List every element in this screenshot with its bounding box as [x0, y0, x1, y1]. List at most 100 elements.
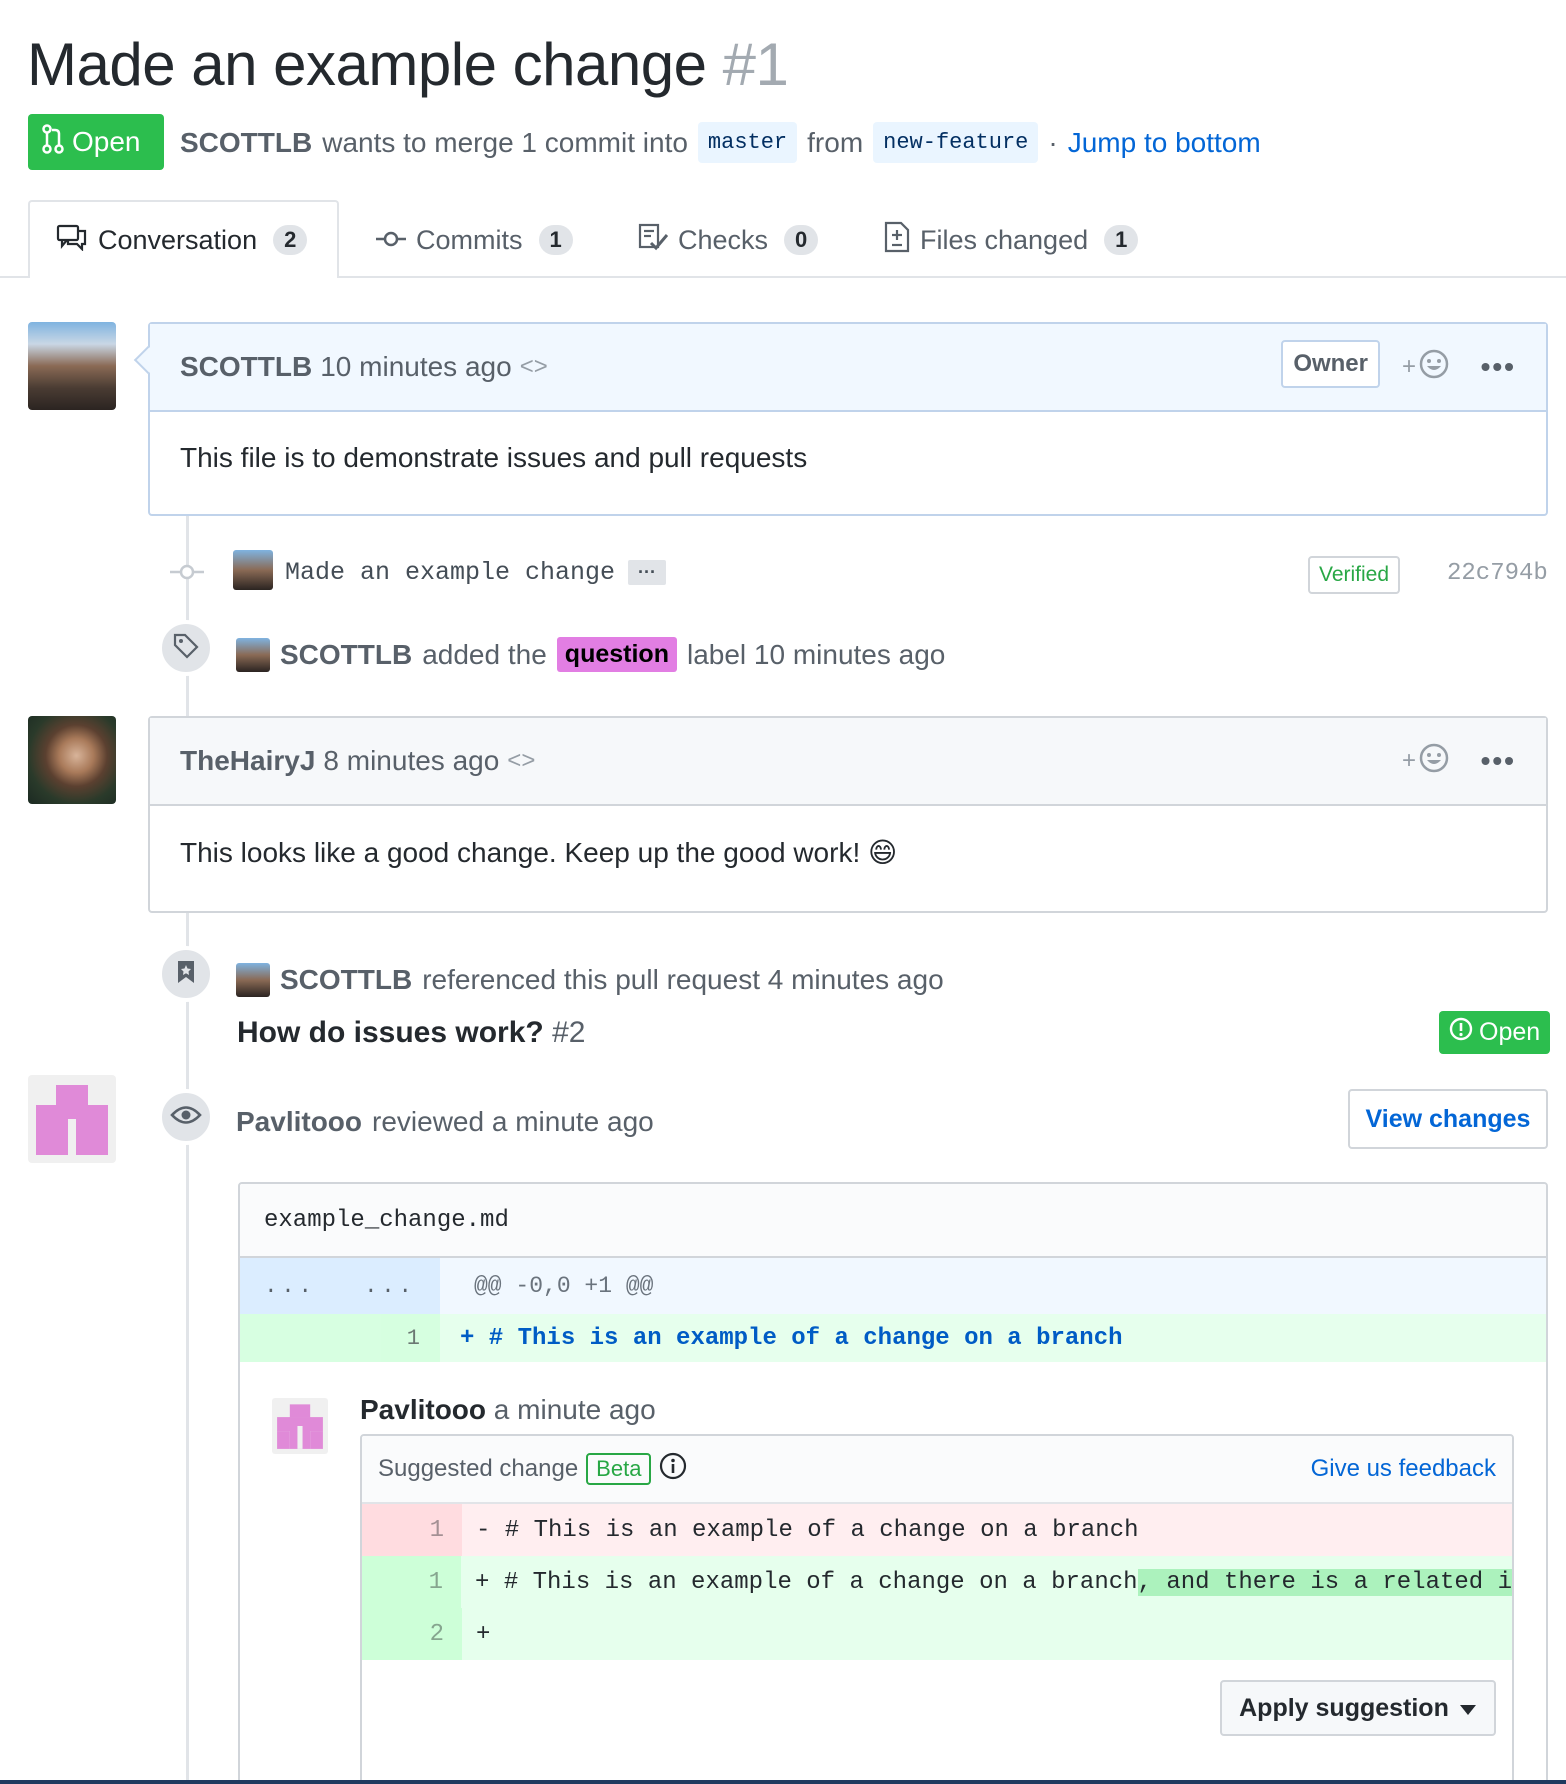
- comment-header: SCOTTLB 10 minutes ago <> Owner + •••: [150, 324, 1546, 412]
- checklist-icon: [638, 223, 669, 258]
- more-options-icon[interactable]: •••: [1481, 351, 1516, 383]
- event-author[interactable]: SCOTTLB: [280, 964, 412, 996]
- label-event: SCOTTLB added the question label 10 minu…: [236, 637, 945, 672]
- comment-header: TheHairyJ 8 minutes ago <> + •••: [150, 718, 1546, 806]
- diff-added-line: 2 +: [362, 1608, 1512, 1660]
- pr-state-badge: Open: [28, 114, 164, 170]
- bookmark-badge: [158, 946, 214, 1002]
- expand-commit-button[interactable]: ···: [628, 560, 666, 585]
- avatar[interactable]: [272, 1398, 328, 1454]
- comment-time[interactable]: 8 minutes ago: [323, 745, 499, 777]
- pr-number: #1: [722, 31, 789, 98]
- tab-counter: 1: [538, 225, 573, 255]
- review-file: example_change.md ... ... @@ -0,0 +1 @@ …: [238, 1182, 1548, 1784]
- tag-icon: [173, 633, 199, 664]
- verified-badge[interactable]: Verified: [1308, 556, 1401, 594]
- issue-title[interactable]: How do issues work?: [237, 1016, 544, 1049]
- line-code: - # This is an example of a change on a …: [476, 1516, 1139, 1544]
- code-icon[interactable]: <>: [520, 353, 548, 381]
- file-diff-icon: [884, 221, 910, 260]
- avatar[interactable]: [28, 716, 116, 804]
- comment-time[interactable]: 10 minutes ago: [320, 351, 511, 383]
- event-text-after: label 10 minutes ago: [686, 638, 946, 670]
- tag-badge: [158, 620, 214, 676]
- suggested-change: Suggested change Beta Give us feedback 1…: [360, 1434, 1514, 1784]
- pr-author[interactable]: SCOTTLB: [180, 127, 312, 159]
- event-text: added the: [422, 638, 547, 670]
- info-icon[interactable]: [659, 1452, 687, 1487]
- smiley-icon: [1418, 348, 1450, 387]
- owner-badge: Owner: [1281, 340, 1380, 388]
- comment-author[interactable]: SCOTTLB: [180, 351, 312, 383]
- comment: TheHairyJ 8 minutes ago <> + ••• This lo…: [148, 716, 1548, 913]
- code-icon[interactable]: <>: [507, 747, 535, 775]
- tab-label: Files changed: [920, 224, 1089, 255]
- tab-conversation[interactable]: Conversation 2: [56, 220, 308, 260]
- diff-deleted-line: 1 - # This is an example of a change on …: [362, 1504, 1512, 1556]
- tab-files-changed[interactable]: Files changed 1: [884, 220, 1139, 260]
- add-reaction-button[interactable]: +: [1402, 742, 1450, 781]
- eye-icon: [170, 1104, 202, 1131]
- pr-state-label: Open: [72, 126, 141, 157]
- pr-title: Made an example change #1: [27, 30, 789, 99]
- separator: ·: [1048, 126, 1058, 158]
- apply-suggestion-label: Apply suggestion: [1239, 1693, 1449, 1722]
- git-commit-icon: [170, 560, 204, 589]
- from-text: from: [807, 126, 864, 158]
- gutter-right: ...: [364, 1273, 416, 1299]
- event-text: referenced this pull request 4 minutes a…: [422, 964, 944, 995]
- tab-counter: 2: [273, 225, 308, 255]
- comment-author[interactable]: TheHairyJ: [180, 745, 315, 777]
- avatar[interactable]: [28, 1075, 116, 1163]
- pr-meta: SCOTTLB wants to merge 1 commit into mas…: [180, 122, 1261, 163]
- issue-opened-icon: [1449, 1017, 1473, 1048]
- review-event: Pavlitooo reviewed a minute ago: [236, 1106, 654, 1138]
- commit-sha[interactable]: 22c794b: [1447, 560, 1548, 587]
- commit-message[interactable]: Made an example change: [285, 558, 615, 587]
- line-number[interactable]: 1: [240, 1314, 440, 1362]
- event-author[interactable]: SCOTTLB: [280, 639, 412, 671]
- tab-label: Conversation: [98, 224, 258, 255]
- avatar[interactable]: [236, 963, 270, 997]
- line-code: + # This is an example of a change on a …: [460, 1324, 1123, 1352]
- timeline-line: [186, 515, 189, 1784]
- tab-counter: 0: [784, 225, 819, 255]
- eye-badge: [158, 1089, 214, 1145]
- file-name[interactable]: example_change.md: [240, 1184, 1546, 1258]
- head-branch[interactable]: new-feature: [873, 122, 1039, 163]
- tab-counter: 1: [1104, 225, 1139, 255]
- line-number: 1: [362, 1504, 462, 1556]
- review-author[interactable]: Pavlitooo: [236, 1106, 362, 1138]
- line-code: +: [476, 1620, 491, 1648]
- comment-discussion-icon: [56, 223, 88, 258]
- expand-gutter[interactable]: ... ...: [240, 1258, 440, 1314]
- give-feedback-link[interactable]: Give us feedback: [1311, 1455, 1512, 1483]
- tab-label: Checks: [678, 224, 769, 255]
- referenced-issue[interactable]: How do issues work? #2: [237, 1016, 585, 1050]
- line-number: 2: [362, 1608, 462, 1660]
- label-question[interactable]: question: [556, 637, 677, 672]
- smiley-icon: [1418, 742, 1450, 781]
- comment-author[interactable]: Pavlitooo: [360, 1394, 486, 1425]
- apply-suggestion-button[interactable]: Apply suggestion: [1220, 1680, 1496, 1736]
- diff-hunk-header: ... ... @@ -0,0 +1 @@: [240, 1258, 1546, 1314]
- base-branch[interactable]: master: [697, 122, 798, 163]
- pr-title-text: Made an example change: [27, 31, 707, 98]
- issue-state-badge: Open: [1439, 1011, 1551, 1054]
- gutter-left: ...: [264, 1273, 316, 1299]
- tab-commits[interactable]: Commits 1: [376, 220, 573, 260]
- reference-event: SCOTTLB referenced this pull request 4 m…: [236, 963, 944, 997]
- line-code-highlight: , and there is a related i: [1137, 1568, 1512, 1596]
- review-text: reviewed a minute ago: [372, 1106, 654, 1137]
- tab-checks[interactable]: Checks 0: [638, 220, 819, 260]
- jump-to-bottom-link[interactable]: Jump to bottom: [1068, 127, 1261, 159]
- avatar[interactable]: [236, 637, 270, 672]
- view-changes-button[interactable]: View changes: [1348, 1089, 1548, 1149]
- avatar[interactable]: [28, 322, 116, 410]
- add-reaction-button[interactable]: +: [1402, 348, 1450, 387]
- avatar[interactable]: [233, 550, 273, 590]
- more-options-icon[interactable]: •••: [1481, 745, 1516, 777]
- comment-time[interactable]: a minute ago: [494, 1394, 656, 1425]
- bookmark-icon: [176, 959, 196, 990]
- comment-body: This looks like a good change. Keep up t…: [180, 837, 898, 868]
